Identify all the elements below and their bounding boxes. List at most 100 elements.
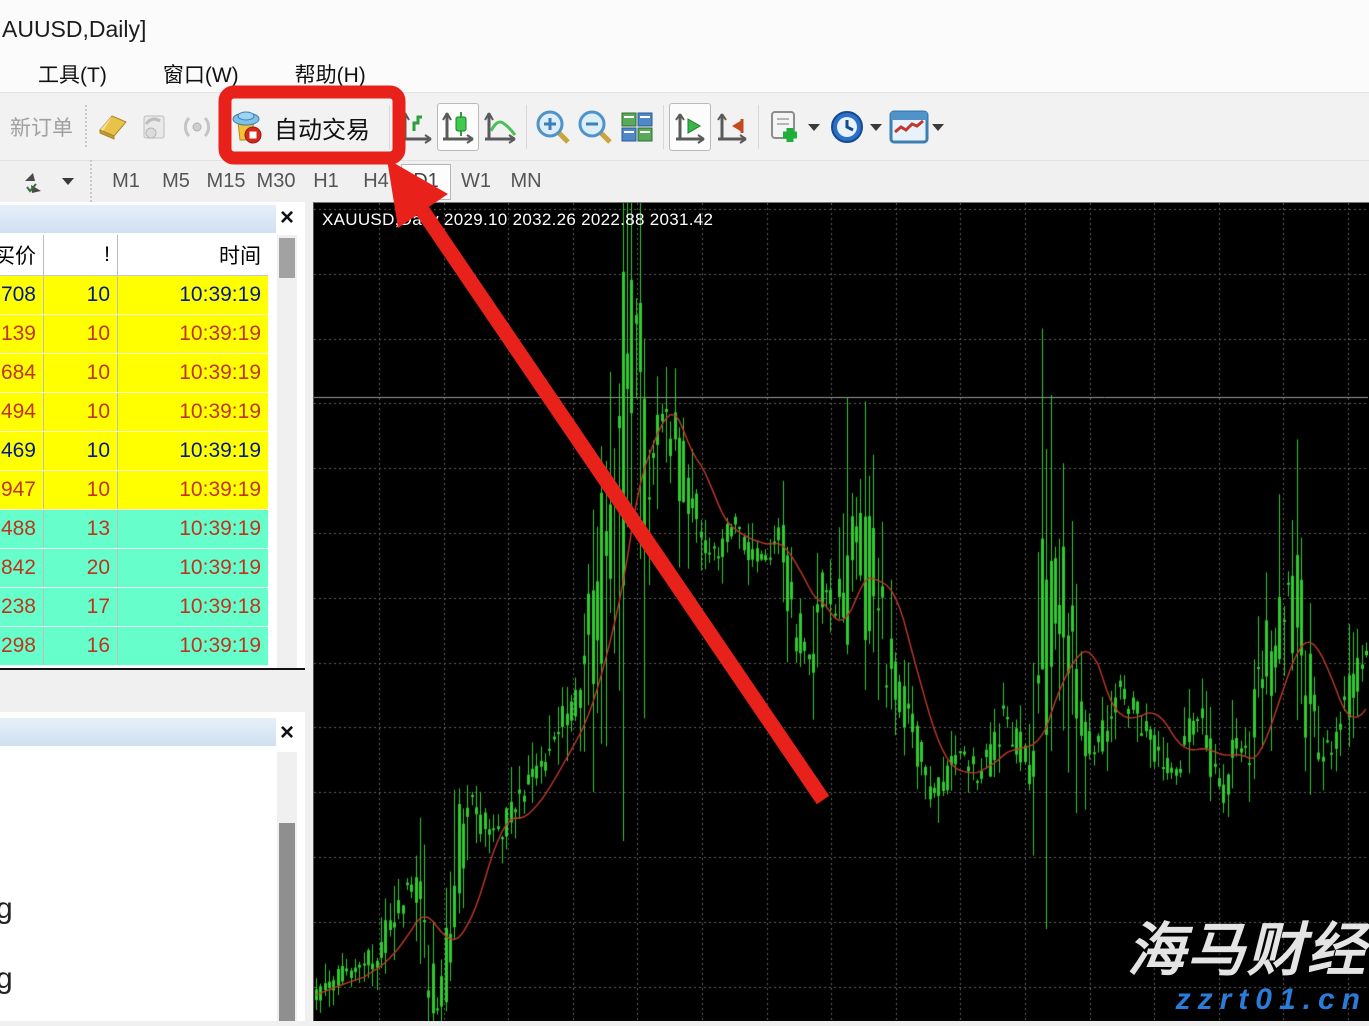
ask-cell: 469 (0, 432, 44, 470)
market-watch-header-bar[interactable] (0, 205, 276, 233)
timeframe-button-h1[interactable]: H1 (301, 164, 351, 200)
indicators-icon (889, 110, 929, 144)
table-row[interactable]: 4691010:39:19 (0, 432, 268, 471)
candlestick-icon (440, 109, 476, 145)
signals-button[interactable] (176, 103, 218, 151)
chart-area[interactable]: XAUUSD,Daily 2029.10 2032.26 2022.88 203… (313, 202, 1369, 1021)
symbols-arrows-icon (17, 167, 51, 197)
autotrade-hat-icon (226, 108, 266, 146)
table-row[interactable]: 8422010:39:19 (0, 549, 268, 588)
ask-cell: 488 (0, 510, 44, 548)
table-header-row: 买价 ! 时间 (0, 235, 268, 276)
scrollbar-thumb[interactable] (279, 823, 295, 1021)
chart-shift-button[interactable] (711, 103, 753, 151)
book-icon (96, 112, 130, 142)
watermark-brand: 海马财经 (1127, 903, 1367, 987)
signal-icon (180, 112, 214, 142)
column-header-flag[interactable]: ! (44, 235, 118, 275)
table-row[interactable]: 9471010:39:19 (0, 471, 268, 510)
zoom-out-icon (577, 109, 613, 145)
chart-shift-icon (714, 109, 750, 145)
time-cell: 10:39:19 (118, 354, 268, 392)
periods-dropdown[interactable] (870, 124, 882, 131)
spread-cell: 13 (44, 510, 118, 548)
menu-help[interactable]: 帮助(H) (287, 57, 374, 91)
table-row[interactable]: 4941010:39:19 (0, 393, 268, 432)
timeframe-button-h4[interactable]: H4 (351, 164, 401, 200)
market-watch-table: 买价 ! 时间 7081010:39:191391010:39:19684101… (0, 235, 268, 666)
toolbar-separator (526, 105, 527, 149)
symbols-dropdown[interactable] (62, 178, 74, 185)
timeframe-button-w1[interactable]: W1 (451, 164, 501, 200)
timeframe-button-m1[interactable]: M1 (101, 164, 151, 200)
add-template-button[interactable] (764, 103, 806, 151)
table-row[interactable]: 2981610:39:19 (0, 627, 268, 666)
new-order-button[interactable]: 新订单 (4, 112, 79, 142)
timeframe-drag-handle[interactable] (88, 160, 93, 204)
table-row[interactable]: 7081010:39:19 (0, 276, 268, 315)
spread-cell: 10 (44, 276, 118, 314)
column-header-ask[interactable]: 买价 (0, 235, 44, 275)
ask-cell: 947 (0, 471, 44, 509)
ask-cell: 238 (0, 588, 44, 626)
zoom-out-button[interactable] (574, 103, 616, 151)
table-row[interactable]: 2381710:39:18 (0, 588, 268, 627)
symbols-button[interactable] (8, 158, 60, 206)
tile-windows-button[interactable] (616, 103, 658, 151)
timeframe-button-m30[interactable]: M30 (251, 164, 301, 200)
spread-cell: 17 (44, 588, 118, 626)
ask-cell: 842 (0, 549, 44, 587)
spread-cell: 10 (44, 471, 118, 509)
table-row[interactable]: 6841010:39:19 (0, 354, 268, 393)
history-center-button[interactable] (92, 103, 134, 151)
timeframe-bar: M1M5M15M30H1H4D1W1MN (0, 160, 1369, 202)
auto-scroll-button[interactable] (669, 103, 711, 151)
ask-cell: 298 (0, 627, 44, 665)
autotrading-button[interactable]: 自动交易 (218, 102, 384, 152)
window-title: AUUSD,Daily] (2, 16, 146, 43)
zoom-in-button[interactable] (532, 103, 574, 151)
timeframe-button-m15[interactable]: M15 (201, 164, 251, 200)
close-icon[interactable]: × (277, 723, 297, 743)
ask-cell: 708 (0, 276, 44, 314)
timeframe-button-mn[interactable]: MN (501, 164, 551, 200)
add-template-icon (766, 108, 804, 146)
watermark-url: zzrt01.cn (1127, 983, 1367, 1017)
clipped-text-fragment[interactable]: g (0, 962, 13, 996)
indicators-dropdown[interactable] (932, 124, 944, 131)
add-template-dropdown[interactable] (808, 124, 820, 131)
spread-cell: 10 (44, 354, 118, 392)
publish-icon (138, 112, 172, 142)
line-chart-button[interactable] (479, 103, 521, 151)
clipped-text-fragment[interactable]: g (0, 892, 13, 926)
column-header-time[interactable]: 时间 (118, 235, 268, 275)
table-row[interactable]: 4881310:39:19 (0, 510, 268, 549)
publish-button[interactable] (134, 103, 176, 151)
menu-window[interactable]: 窗口(W) (155, 57, 247, 91)
navigator-header-bar[interactable] (0, 718, 276, 746)
ask-cell: 684 (0, 354, 44, 392)
market-watch-scrollbar[interactable] (277, 235, 297, 668)
candlestick-chart[interactable] (314, 203, 1368, 1021)
candlestick-chart-button[interactable] (437, 103, 479, 151)
chart-ohlc-header: XAUUSD,Daily 2029.10 2032.26 2022.88 203… (322, 210, 713, 230)
bar-chart-button[interactable] (395, 103, 437, 151)
toolbar-separator (663, 105, 664, 149)
scrollbar-thumb[interactable] (279, 238, 295, 278)
timeframe-button-d1[interactable]: D1 (401, 164, 451, 200)
toolbar: 新订单 自动交易 (0, 94, 1369, 160)
time-cell: 10:39:19 (118, 627, 268, 665)
menu-tools[interactable]: 工具(T) (30, 57, 115, 91)
navigator-scrollbar[interactable] (277, 752, 297, 1021)
table-row[interactable]: 1391010:39:19 (0, 315, 268, 354)
periods-clock-icon (828, 108, 866, 146)
close-icon[interactable]: × (277, 208, 297, 228)
indicators-button[interactable] (888, 103, 930, 151)
timeframe-button-m5[interactable]: M5 (151, 164, 201, 200)
tile-windows-icon (619, 109, 655, 145)
toolbar-drag-handle[interactable] (83, 105, 88, 149)
table-rows: 7081010:39:191391010:39:196841010:39:194… (0, 276, 268, 666)
periods-button[interactable] (826, 103, 868, 151)
line-chart-icon (482, 109, 518, 145)
bar-chart-icon (398, 109, 434, 145)
